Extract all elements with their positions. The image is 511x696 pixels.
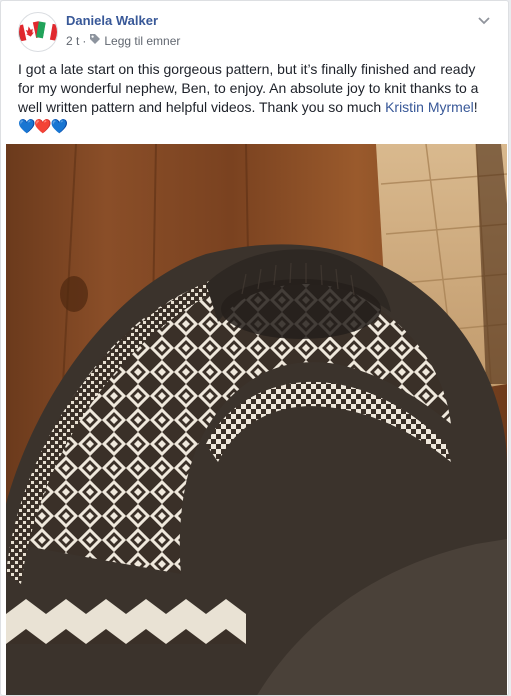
add-topics-link[interactable]: Legg til emner — [104, 34, 180, 48]
meta-separator: · — [82, 33, 87, 48]
chevron-down-icon[interactable] — [476, 12, 492, 28]
post-text: I got a late start on this gorgeous patt… — [18, 60, 486, 136]
tag-icon — [89, 33, 101, 48]
post-text-end: ! — [473, 99, 478, 115]
author-name[interactable]: Daniela Walker — [66, 13, 158, 28]
heart-emojis: 💙❤️💙 — [18, 118, 68, 134]
post-time[interactable]: 2 t — [66, 34, 79, 48]
avatar[interactable] — [18, 12, 58, 52]
mention-link[interactable]: Kristin Myrmel — [385, 99, 474, 115]
post-photo[interactable] — [6, 144, 507, 695]
post-meta: 2 t · Legg til emner — [66, 33, 180, 48]
post-header: Daniela Walker 2 t · Legg til emner — [18, 12, 496, 52]
post-card: Daniela Walker 2 t · Legg til emner I go… — [0, 0, 509, 696]
